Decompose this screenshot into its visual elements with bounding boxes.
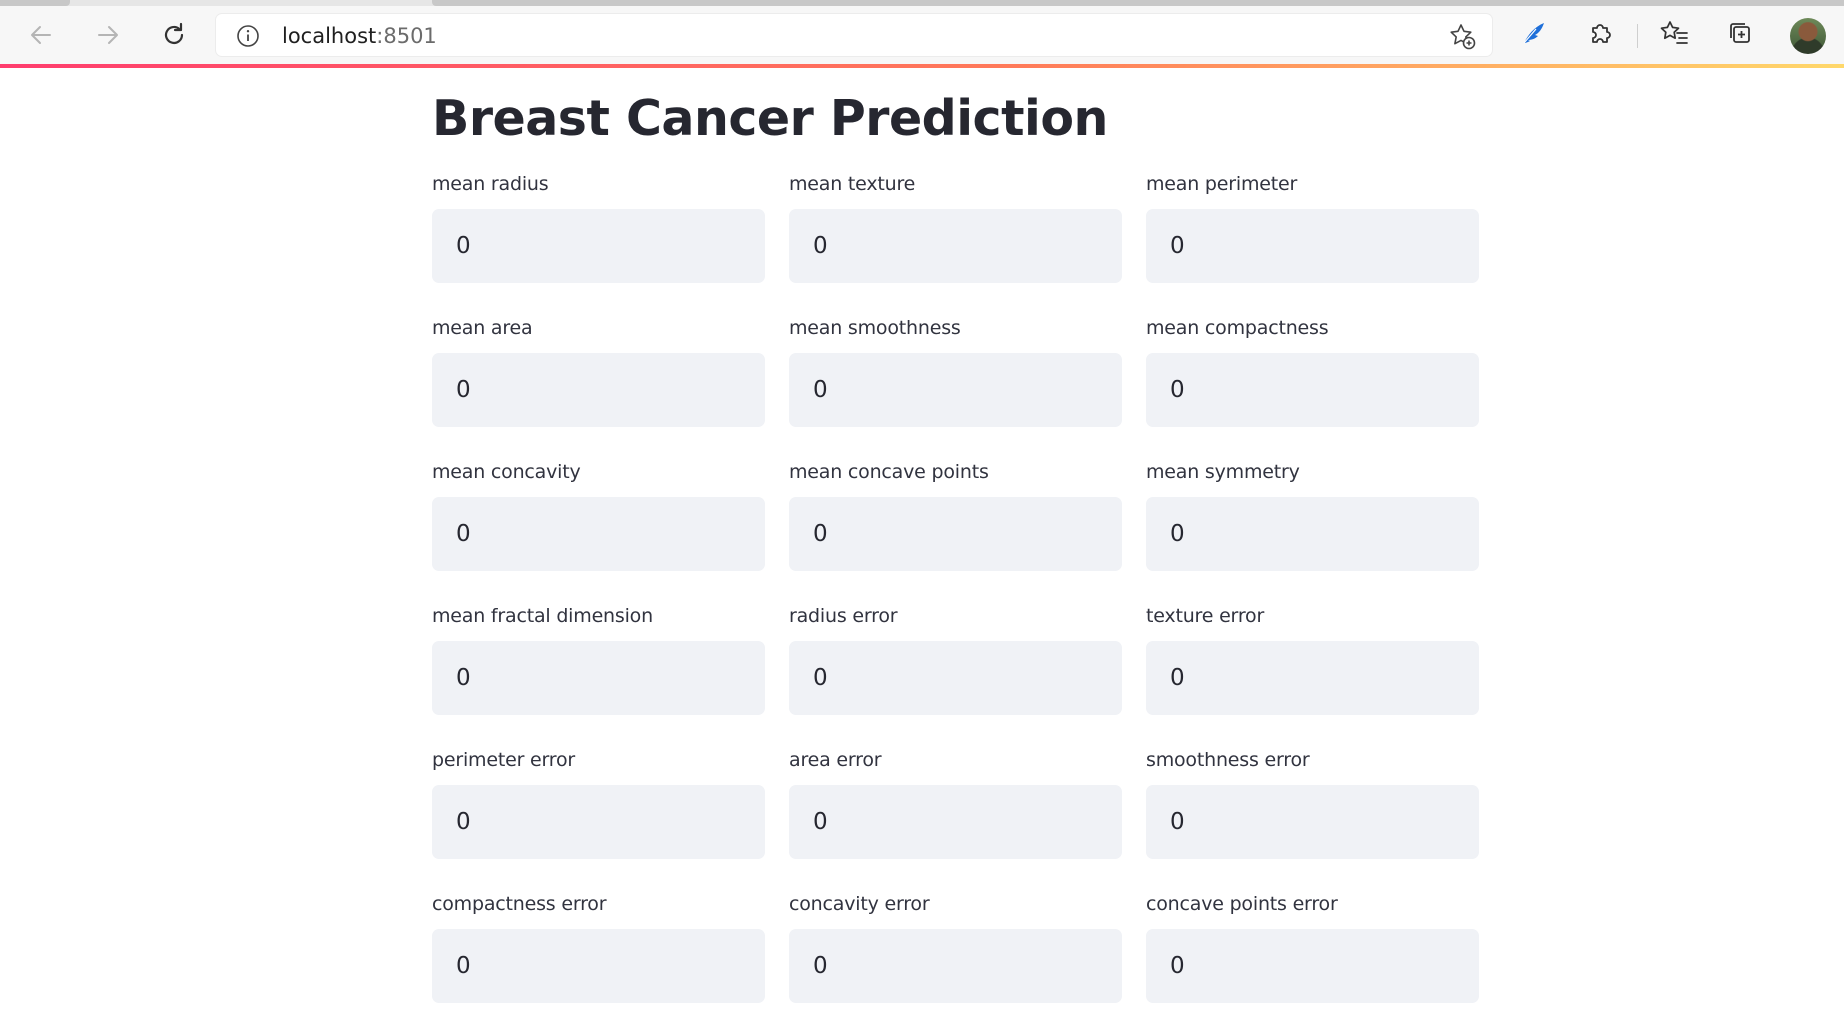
feather-extension-button[interactable] [1517,18,1551,52]
field-label: concave points error [1146,893,1338,915]
field-label: compactness error [432,893,607,915]
url-text[interactable]: localhost:8501 [282,24,437,48]
tab-strip [0,0,1844,6]
field-texture-error: texture error [1146,604,1479,748]
arrow-right-icon [95,22,121,48]
field-mean-fractal-dimension: mean fractal dimension [432,604,765,748]
arrow-left-icon [28,22,54,48]
page-title: Breast Cancer Prediction [432,90,1108,147]
field-label: mean area [432,317,533,339]
mean-area-input[interactable] [432,353,765,427]
favorites-button[interactable] [1657,18,1691,52]
mean-symmetry-input[interactable] [1146,497,1479,571]
field-perimeter-error: perimeter error [432,748,765,892]
field-mean-concavity: mean concavity [432,460,765,604]
mean-smoothness-input[interactable] [789,353,1122,427]
area-error-input[interactable] [789,785,1122,859]
field-mean-concave-points: mean concave points [789,460,1122,604]
field-label: mean perimeter [1146,173,1298,195]
field-label: mean radius [432,173,549,195]
field-concavity-error: concavity error [789,892,1122,1036]
address-bar[interactable]: localhost:8501 [216,14,1492,56]
avatar[interactable] [1790,18,1826,54]
field-label: mean texture [789,173,916,195]
mean-radius-input[interactable] [432,209,765,283]
reload-icon [160,21,188,49]
field-mean-smoothness: mean smoothness [789,316,1122,460]
field-label: mean smoothness [789,317,961,339]
mean-concave-points-input[interactable] [789,497,1122,571]
extensions-button[interactable] [1584,18,1618,52]
back-button[interactable] [24,18,58,52]
compactness-error-input[interactable] [432,929,765,1003]
field-mean-perimeter: mean perimeter [1146,172,1479,316]
star-add-icon[interactable] [1448,22,1476,50]
field-label: radius error [789,605,898,627]
mean-texture-input[interactable] [789,209,1122,283]
collections-button[interactable] [1723,18,1757,52]
field-mean-radius: mean radius [432,172,765,316]
texture-error-input[interactable] [1146,641,1479,715]
feather-extension-icon [1520,19,1548,52]
mean-concavity-input[interactable] [432,497,765,571]
field-smoothness-error: smoothness error [1146,748,1479,892]
concavity-error-input[interactable] [789,929,1122,1003]
perimeter-error-input[interactable] [432,785,765,859]
reload-button[interactable] [157,18,191,52]
field-concave-points-error: concave points error [1146,892,1479,1036]
tab-left[interactable] [0,0,70,6]
field-label: mean fractal dimension [432,605,653,627]
field-label: perimeter error [432,749,576,771]
app-decoration-bar [0,64,1844,68]
field-area-error: area error [789,748,1122,892]
smoothness-error-input[interactable] [1146,785,1479,859]
field-label: mean compactness [1146,317,1329,339]
field-label: mean concave points [789,461,989,483]
input-grid: mean radius mean texture mean perimeter mea… [432,172,1480,1036]
field-mean-texture: mean texture [789,172,1122,316]
concave-points-error-input[interactable] [1146,929,1479,1003]
collections-icon [1726,19,1754,52]
puzzle-icon [1587,19,1615,52]
field-compactness-error: compactness error [432,892,765,1036]
field-mean-compactness: mean compactness [1146,316,1479,460]
toolbar-divider [1637,24,1638,48]
field-mean-symmetry: mean symmetry [1146,460,1479,604]
favorites-list-icon [1659,19,1689,52]
field-label: concavity error [789,893,930,915]
field-label: smoothness error [1146,749,1310,771]
tab-right[interactable] [432,0,1844,6]
field-label: area error [789,749,882,771]
browser-toolbar: localhost:8501 [0,0,1844,64]
field-label: texture error [1146,605,1265,627]
mean-fractal-dimension-input[interactable] [432,641,765,715]
field-label: mean concavity [432,461,581,483]
mean-compactness-input[interactable] [1146,353,1479,427]
field-mean-area: mean area [432,316,765,460]
url-host: localhost [282,24,377,48]
field-radius-error: radius error [789,604,1122,748]
mean-perimeter-input[interactable] [1146,209,1479,283]
url-port: :8501 [376,24,437,48]
radius-error-input[interactable] [789,641,1122,715]
info-icon[interactable] [236,24,260,48]
field-label: mean symmetry [1146,461,1300,483]
forward-button[interactable] [91,18,125,52]
